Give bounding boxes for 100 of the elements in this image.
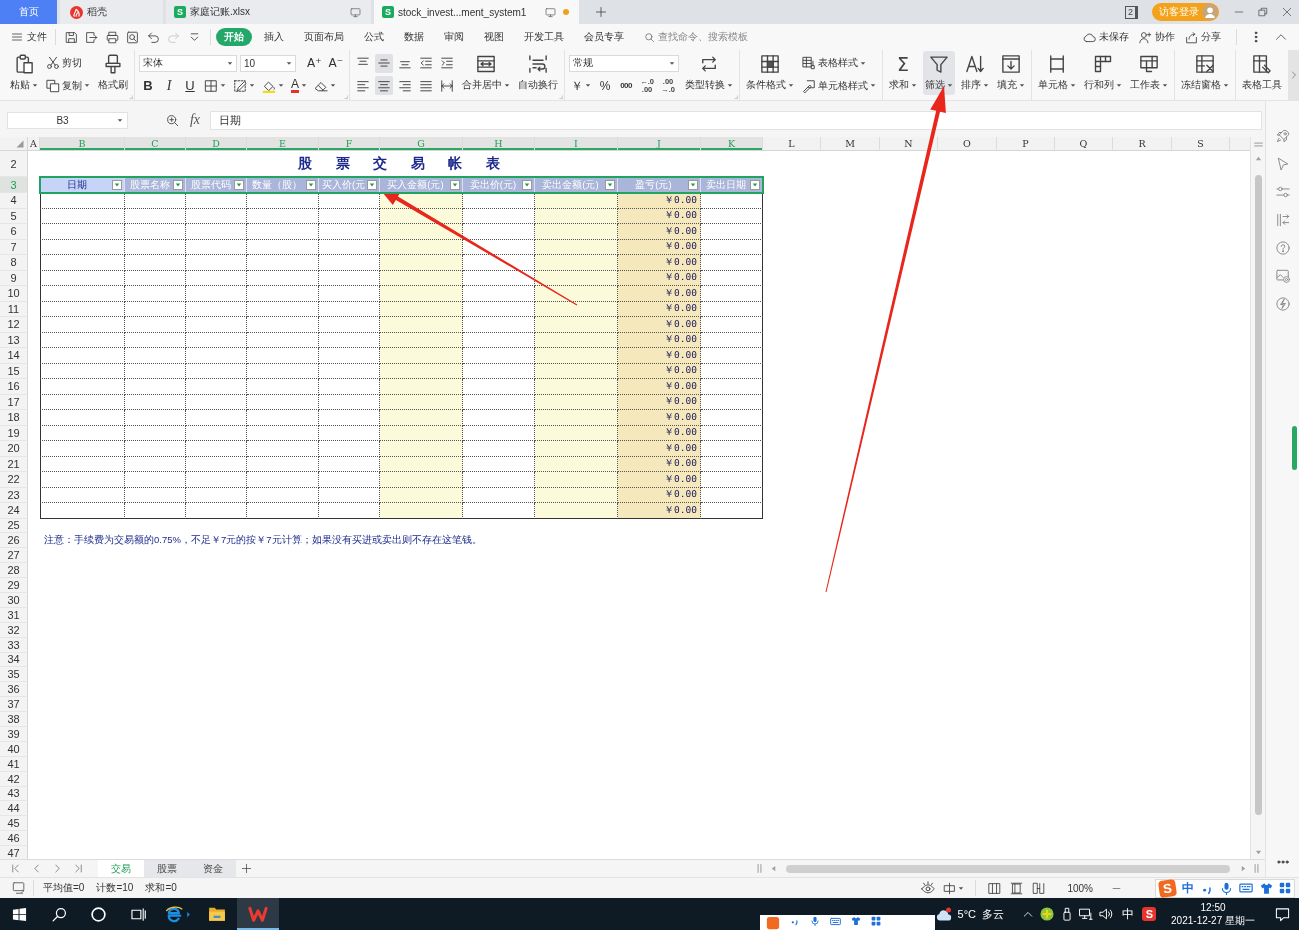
ribbon-tab[interactable]: 审阅: [433, 28, 474, 46]
underline-button[interactable]: U: [181, 76, 199, 96]
thousands-button[interactable]: 000: [617, 76, 636, 96]
sheet-tab[interactable]: 资金: [190, 860, 236, 877]
row-number[interactable]: 2: [0, 151, 28, 177]
italic-button[interactable]: I: [160, 76, 178, 96]
zoom-button[interactable]: [164, 112, 180, 128]
ribbon-tab[interactable]: 数据: [393, 28, 434, 46]
filter-dropdown-button[interactable]: [688, 180, 698, 190]
row-number[interactable]: 16: [0, 379, 28, 395]
row-number[interactable]: 38: [0, 712, 28, 727]
ribbon-tab[interactable]: 页面布局: [293, 28, 354, 46]
row-number[interactable]: 12: [0, 317, 28, 333]
document-tab[interactable]: S 家庭记账.xlsx: [166, 0, 371, 24]
share-button[interactable]: 分享: [1185, 30, 1221, 44]
side-handle[interactable]: [1292, 426, 1297, 470]
cloud-button[interactable]: 未保存: [1083, 30, 1129, 44]
sheet-tab[interactable]: 交易: [98, 860, 144, 877]
row-number[interactable]: 14: [0, 348, 28, 364]
row-number[interactable]: 46: [0, 831, 28, 847]
sort-button[interactable]: 排序: [959, 51, 992, 95]
scrollbar-thumb[interactable]: [1254, 175, 1262, 815]
paste-button[interactable]: 粘贴: [8, 51, 40, 95]
row-number[interactable]: 35: [0, 667, 28, 683]
column-header[interactable]: S: [1172, 137, 1230, 150]
align-center-button[interactable]: [375, 76, 394, 96]
formula-input[interactable]: 日期: [210, 110, 1262, 130]
row-number[interactable]: 44: [0, 801, 28, 817]
ime-tray-button[interactable]: S: [1139, 900, 1160, 928]
row-number[interactable]: 27: [0, 548, 28, 564]
column-header[interactable]: R: [1113, 137, 1172, 150]
row-number[interactable]: 10: [0, 286, 28, 302]
filter-dropdown-button[interactable]: [367, 180, 377, 190]
row-number[interactable]: 18: [0, 410, 28, 426]
row-number[interactable]: 28: [0, 563, 28, 579]
row-number[interactable]: 20: [0, 441, 28, 457]
filter-dropdown-button[interactable]: [750, 180, 760, 190]
sum-button[interactable]: Σ 求和: [887, 51, 920, 95]
table-style-button[interactable]: 表格样式: [800, 53, 869, 73]
document-tab[interactable]: 稻壳: [60, 0, 163, 24]
font-color-button[interactable]: A: [289, 76, 309, 96]
document-tab[interactable]: S stock_invest...ment_system1: [374, 0, 579, 24]
dropdown-field[interactable]: 10: [240, 54, 296, 72]
filter-dropdown-button[interactable]: [605, 180, 615, 190]
column-header[interactable]: M: [821, 137, 880, 150]
fill-button[interactable]: 填充: [995, 51, 1028, 95]
cell-button[interactable]: 单元格: [1036, 51, 1079, 95]
ribbon-tab[interactable]: 视图: [473, 28, 514, 46]
column-header[interactable]: L: [763, 137, 821, 150]
filter-dropdown-button[interactable]: [522, 180, 532, 190]
row-number[interactable]: 37: [0, 697, 28, 713]
ribbon-tab[interactable]: 插入: [253, 28, 294, 46]
shrink-font-button[interactable]: A⁻: [326, 53, 346, 73]
merge-center-button[interactable]: 合并居中: [460, 51, 513, 95]
align-middle-button[interactable]: [375, 53, 394, 73]
wrap-text-button[interactable]: 自动换行: [516, 51, 561, 95]
input-method-button[interactable]: 中: [1115, 900, 1140, 928]
name-box[interactable]: B3: [7, 111, 128, 129]
document-tab[interactable]: 首页: [0, 0, 57, 24]
dropdown-field[interactable]: 常规: [569, 54, 680, 72]
bold-button[interactable]: B: [139, 76, 157, 96]
cut-button[interactable]: 剪切: [44, 53, 84, 73]
filter-button[interactable]: 筛选: [923, 51, 956, 95]
row-number[interactable]: 26: [0, 533, 28, 549]
spreadsheet-grid[interactable]: [0, 137, 1250, 859]
office-app-button[interactable]: [237, 898, 279, 930]
filter-dropdown-button[interactable]: [173, 180, 183, 190]
ribbon-tab[interactable]: 开发工具: [513, 28, 574, 46]
ribbon-tab[interactable]: 会员专享: [573, 28, 634, 46]
clock-button[interactable]: 12:50 2021-12-27 星期一: [1171, 901, 1255, 927]
row-number[interactable]: 6: [0, 224, 28, 240]
sheet-tab[interactable]: 股票: [144, 860, 190, 877]
freeze-button[interactable]: 冻结窗格: [1179, 51, 1232, 95]
row-number[interactable]: 8: [0, 255, 28, 271]
table-tools-button[interactable]: 表格工具: [1240, 51, 1285, 95]
column-header[interactable]: Q: [1055, 137, 1113, 150]
ime-mode[interactable]: 中: [1182, 879, 1195, 897]
filter-dropdown-button[interactable]: [112, 180, 122, 190]
format-painter-button[interactable]: 格式刷: [96, 51, 130, 95]
insert-function-button[interactable]: fx: [186, 112, 204, 128]
file-menu[interactable]: 文件: [8, 27, 50, 47]
worksheet-button[interactable]: 工作表: [1128, 51, 1171, 95]
currency-button[interactable]: ￥: [569, 76, 594, 96]
row-number[interactable]: 24: [0, 503, 28, 519]
convert-button[interactable]: 类型转换: [683, 51, 736, 95]
row-number[interactable]: 47: [0, 846, 28, 859]
row-number[interactable]: 22: [0, 472, 28, 488]
column-header[interactable]: P: [997, 137, 1055, 150]
cell-style-button[interactable]: 单元格样式: [800, 76, 879, 96]
column-header[interactable]: O: [938, 137, 997, 150]
row-number[interactable]: 36: [0, 682, 28, 698]
conditional-format-button[interactable]: 条件格式: [744, 51, 797, 95]
percent-button[interactable]: %: [596, 76, 615, 96]
filter-dropdown-button[interactable]: [234, 180, 244, 190]
window-count-button[interactable]: 2: [1125, 5, 1138, 19]
filter-dropdown-button[interactable]: [306, 180, 316, 190]
copy-button[interactable]: 复制: [44, 76, 92, 96]
row-number[interactable]: 4: [0, 193, 28, 209]
command-search-field[interactable]: 查找命令、搜索模板: [641, 28, 750, 46]
dropdown-field[interactable]: 宋体: [139, 54, 237, 72]
